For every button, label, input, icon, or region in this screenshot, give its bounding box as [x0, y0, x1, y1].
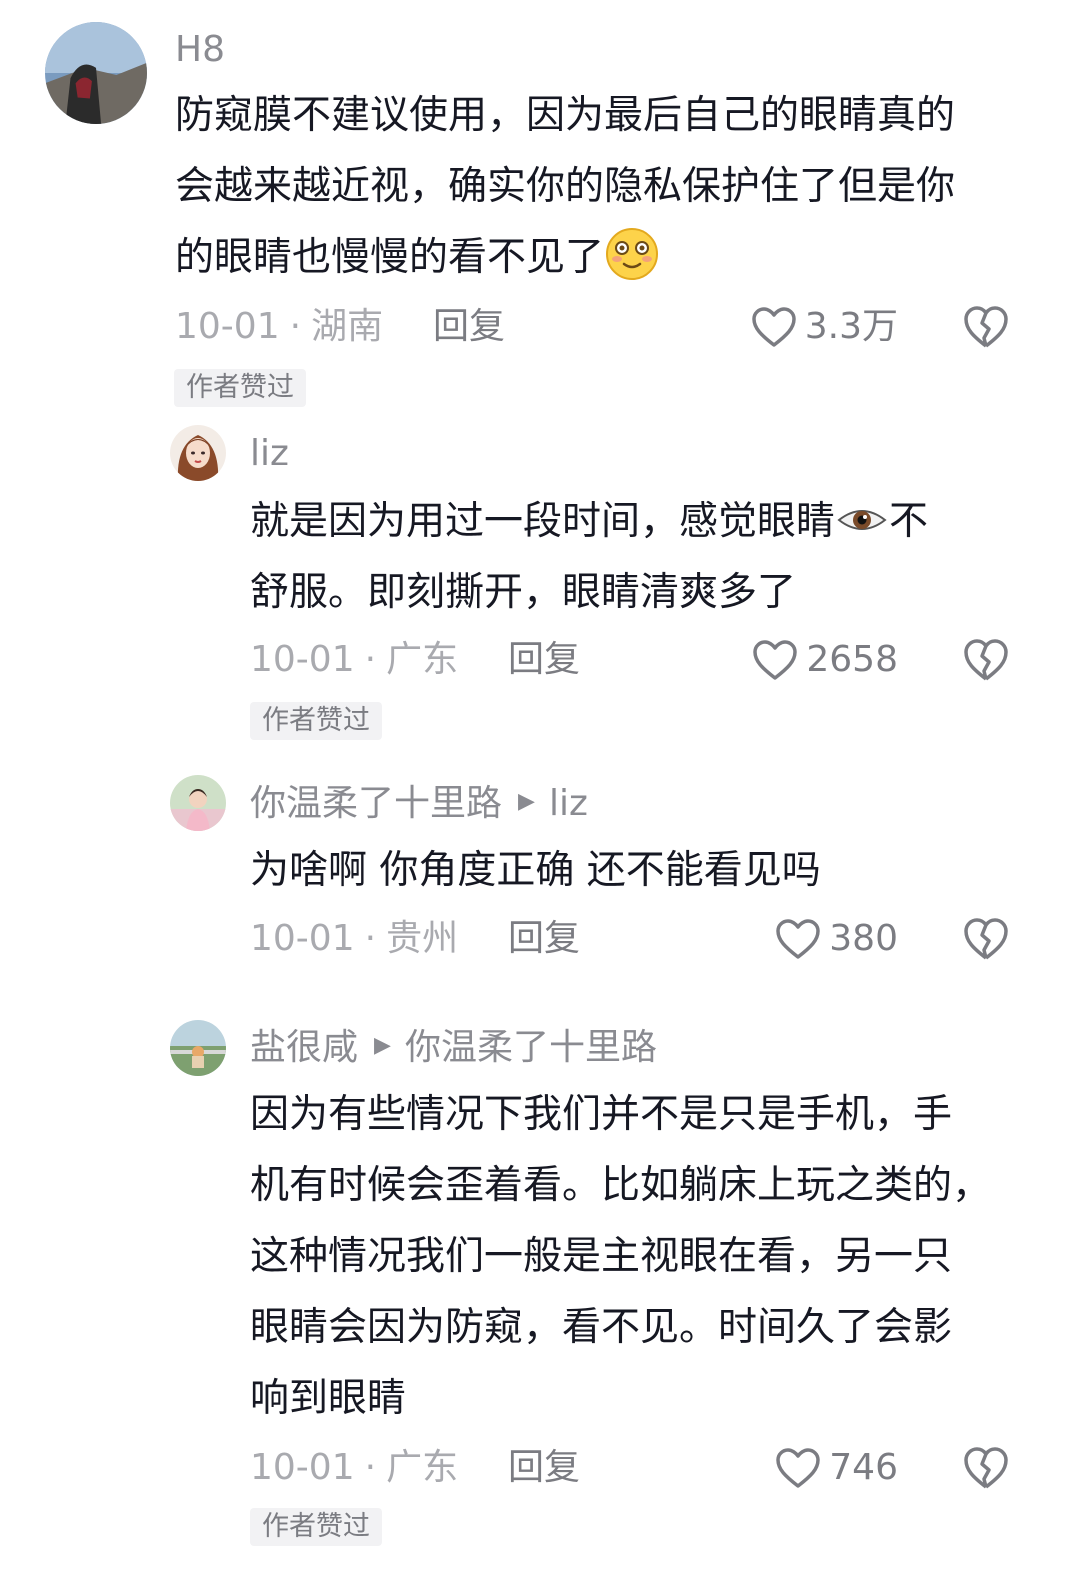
like-count: 2658 [806, 639, 898, 680]
comment-location: 贵州 [386, 918, 459, 959]
dislike-button[interactable] [963, 917, 1009, 961]
comment-date: 10-01 [250, 1447, 355, 1488]
reply-button[interactable]: 回复 [508, 638, 580, 682]
heart-outline-icon [751, 307, 796, 347]
comment-line-last: 的眼睛也慢慢的看不见了 [175, 222, 1055, 293]
meta-separator: · [289, 306, 302, 347]
comment-line: 响到眼睛 [250, 1376, 407, 1421]
broken-heart-icon [964, 306, 1008, 348]
comment-location: 湖南 [311, 306, 384, 347]
meta-separator: · [364, 1447, 377, 1488]
comment-meta: 10-01 · 广东 [250, 1446, 458, 1490]
like-count: 380 [829, 918, 898, 959]
comment-line-text: 就是因为用过一段时间，感觉眼睛 [250, 499, 836, 544]
broken-heart-icon [964, 1447, 1008, 1489]
comment-text: 就是因为用过一段时间，感觉眼睛 不 舒服。即刻撕开，眼睛清爽多了 [250, 486, 1050, 628]
author-liked-badge: 作者赞过 [250, 702, 382, 740]
comment-line: 防窥膜不建议使用，因为最后自己的眼睛真的 [175, 93, 956, 138]
comment-line: 会越来越近视，确实你的隐私保护住了但是你 [175, 164, 956, 209]
meta-separator: · [364, 918, 377, 959]
like-count: 3.3万 [804, 306, 898, 347]
comment-text: 因为有些情况下我们并不是只是手机，手 机有时候会歪着看。比如躺床上玩之类的， 这… [250, 1079, 1050, 1434]
comment-line-text: 的眼睛也慢慢的看不见了 [175, 235, 605, 280]
comment-line-text: 不 [889, 499, 929, 544]
comment-line: 为啥啊 你角度正确 还不能看见吗 [250, 848, 821, 893]
username-text[interactable]: 盐很咸 [250, 1027, 358, 1068]
avatar[interactable] [170, 425, 226, 481]
like-count: 746 [829, 1447, 898, 1488]
comment-meta: 10-01 · 湖南 [175, 305, 383, 349]
like-button[interactable]: 2658 [700, 638, 898, 682]
avatar-image [45, 22, 147, 124]
blushing-smile-emoji-icon [604, 226, 660, 282]
dislike-button[interactable] [963, 305, 1009, 349]
username[interactable]: liz [250, 432, 289, 476]
username-text[interactable]: 你温柔了十里路 [250, 783, 502, 824]
play-triangle-icon: ▶ [374, 1033, 391, 1058]
avatar[interactable] [170, 775, 226, 831]
comment-line: 就是因为用过一段时间，感觉眼睛 不 [250, 486, 1050, 557]
comment-line: 这种情况我们一般是主视眼在看，另一只 [250, 1234, 953, 1279]
reply-to-username[interactable]: liz [549, 783, 588, 824]
play-triangle-icon: ▶ [518, 789, 535, 814]
comment-text: 防窥膜不建议使用，因为最后自己的眼睛真的 会越来越近视，确实你的隐私保护住了但是… [175, 80, 1055, 293]
username-text[interactable]: H8 [175, 29, 225, 70]
dislike-button[interactable] [963, 638, 1009, 682]
author-liked-badge: 作者赞过 [174, 369, 306, 407]
dislike-button[interactable] [963, 1446, 1009, 1490]
comment-location: 广东 [386, 639, 459, 680]
avatar-image [170, 775, 226, 831]
comment-meta: 10-01 · 贵州 [250, 917, 458, 961]
author-liked-badge: 作者赞过 [250, 1508, 382, 1546]
heart-outline-icon [753, 640, 798, 680]
reply-button[interactable]: 回复 [433, 305, 505, 349]
heart-outline-icon [776, 1448, 821, 1488]
comment-meta: 10-01 · 广东 [250, 638, 458, 682]
reply-button[interactable]: 回复 [508, 1446, 580, 1490]
comment-date: 10-01 [175, 306, 280, 347]
comment-line: 机有时候会歪着看。比如躺床上玩之类的， [250, 1163, 992, 1208]
username[interactable]: 盐很咸 ▶ 你温柔了十里路 [250, 1026, 657, 1071]
avatar-image [170, 425, 226, 481]
broken-heart-icon [964, 918, 1008, 960]
comment-date: 10-01 [250, 918, 355, 959]
like-button[interactable]: 380 [700, 917, 898, 961]
heart-outline-icon [776, 919, 821, 959]
username[interactable]: H8 [175, 28, 225, 72]
comment-line: 舒服。即刻撕开，眼睛清爽多了 [250, 570, 797, 615]
comment-line: 眼睛会因为防窥，看不见。时间久了会影 [250, 1305, 953, 1350]
reply-button[interactable]: 回复 [508, 917, 580, 961]
avatar[interactable] [45, 22, 147, 124]
avatar-image [170, 1020, 226, 1076]
like-button[interactable]: 746 [700, 1446, 898, 1490]
username-text[interactable]: liz [250, 433, 289, 474]
like-button[interactable]: 3.3万 [700, 305, 898, 349]
comment-text: 为啥啊 你角度正确 还不能看见吗 [250, 835, 1050, 906]
username[interactable]: 你温柔了十里路 ▶ liz [250, 782, 588, 827]
comment-date: 10-01 [250, 639, 355, 680]
broken-heart-icon [964, 639, 1008, 681]
eye-emoji-icon [837, 502, 887, 538]
meta-separator: · [364, 639, 377, 680]
reply-to-username[interactable]: 你温柔了十里路 [405, 1027, 657, 1068]
avatar[interactable] [170, 1020, 226, 1076]
comment-location: 广东 [386, 1447, 459, 1488]
comment-line: 因为有些情况下我们并不是只是手机，手 [250, 1092, 953, 1137]
